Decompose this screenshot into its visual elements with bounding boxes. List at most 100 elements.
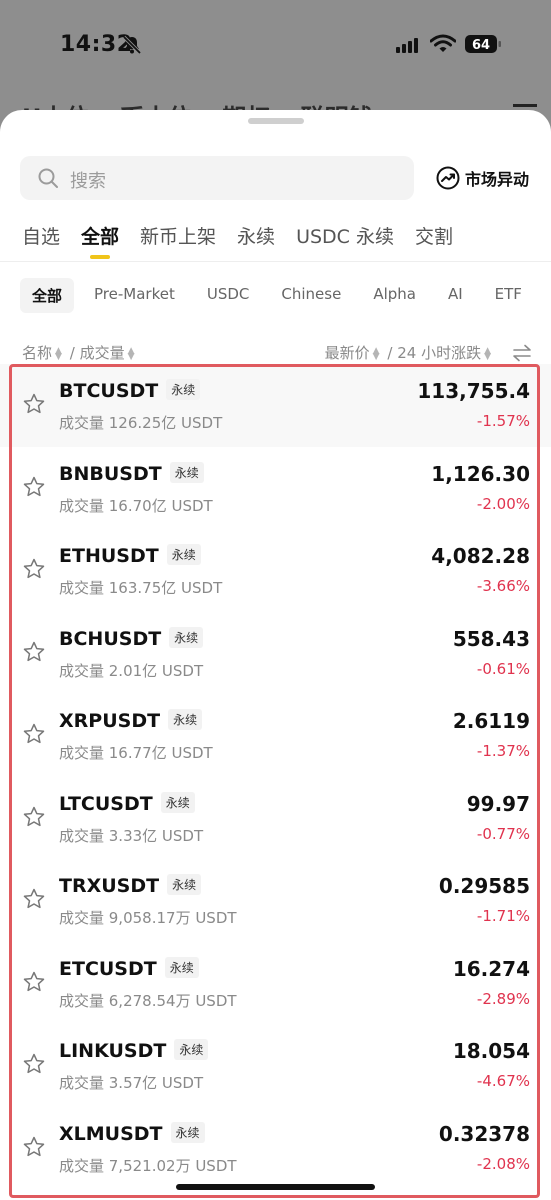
market-alert-button[interactable]: 市场异动	[436, 165, 529, 191]
star-icon[interactable]	[22, 805, 46, 829]
perpetual-badge: 永续	[169, 461, 204, 483]
ticker-symbol: BTCUSDT 永续	[59, 379, 201, 402]
tab-new-listings[interactable]: 新币上架	[140, 222, 216, 252]
ticker-symbol-text: BCHUSDT	[59, 627, 162, 650]
main-tabs: 自选 全部 新币上架 永续 USDC 永续 交割	[22, 222, 474, 259]
perpetual-badge: 永续	[164, 956, 199, 978]
ticker-symbol: BCHUSDT 永续	[59, 626, 204, 650]
ticker-price: 2.6119	[452, 709, 530, 733]
ticker-change: -0.77%	[476, 824, 530, 843]
ticker-volume: 成交量 3.33亿 USDT	[59, 826, 204, 845]
ticker-volume: 成交量 7,521.02万 USDT	[59, 1156, 237, 1175]
sub-tabs: 全部 Pre-Market USDC Chinese Alpha AI ETF	[20, 278, 542, 313]
status-bar: 14:32 64	[0, 0, 551, 90]
ticker-symbol-text: XRPUSDT	[59, 710, 161, 732]
ticker-symbol: XRPUSDT 永续	[59, 709, 203, 732]
column-header-right: 最新价 ▲ ▼ / 24 小时涨跌 ▲ ▼	[325, 342, 494, 363]
perpetual-badge: 永续	[167, 874, 202, 895]
ticker-volume: 成交量 163.75亿 USDT	[59, 579, 223, 597]
ticker-symbol-text: XLMUSDT	[59, 1122, 163, 1145]
subtab-pre-market[interactable]: Pre-Market	[82, 278, 187, 313]
ticker-volume: 成交量 16.70亿 USDT	[59, 496, 213, 515]
ticker-volume: 成交量 9,058.17万 USDT	[59, 909, 237, 927]
column-sep: /	[69, 344, 75, 362]
subtab-chinese[interactable]: Chinese	[269, 278, 353, 313]
sort-change[interactable]: 24 小时涨跌	[397, 344, 481, 362]
ticker-symbol: BNBUSDT 永续	[59, 461, 204, 485]
home-indicator	[176, 1184, 375, 1190]
ticker-change: -1.37%	[476, 742, 530, 760]
subtab-etf[interactable]: ETF	[483, 278, 534, 313]
ticker-symbol-text: TRXUSDT	[59, 875, 160, 897]
ticker-symbol: XLMUSDT 永续	[59, 1121, 205, 1145]
star-icon[interactable]	[22, 1052, 46, 1076]
tab-delivery[interactable]: 交割	[415, 222, 453, 252]
perpetual-badge: 永续	[168, 709, 203, 730]
sort-price[interactable]: 最新价	[325, 344, 370, 362]
ticker-symbol-text: ETCUSDT	[59, 957, 157, 980]
search-placeholder: 搜索	[70, 171, 106, 192]
star-icon[interactable]	[22, 392, 46, 416]
subtab-ai[interactable]: AI	[436, 278, 475, 313]
tab-favorites[interactable]: 自选	[22, 222, 60, 252]
ticker-volume: 成交量 3.57亿 USDT	[59, 1074, 204, 1092]
ticker-row[interactable]: XRPUSDT 永续 成交量 16.77亿 USDT 2.6119 -1.37%	[0, 694, 551, 777]
ticker-volume: 成交量 6,278.54万 USDT	[59, 991, 237, 1010]
search-icon	[38, 168, 58, 188]
ticker-change: -4.67%	[476, 1072, 530, 1090]
subtab-usdc[interactable]: USDC	[195, 278, 262, 313]
ticker-symbol-text: BNBUSDT	[59, 462, 162, 485]
subtab-all[interactable]: 全部	[20, 278, 75, 313]
ticker-price: 99.97	[466, 791, 530, 816]
ticker-row[interactable]: LTCUSDT 永续 成交量 3.33亿 USDT 99.97 -0.77%	[0, 777, 551, 860]
subtab-alpha[interactable]: Alpha	[361, 278, 428, 313]
star-icon[interactable]	[22, 887, 46, 911]
ticker-price: 113,755.4	[417, 379, 530, 403]
sort-arrows-icon: ▲ ▼	[484, 345, 491, 362]
star-icon[interactable]	[22, 970, 46, 994]
column-header-left: 名称 ▲ ▼ / 成交量 ▲ ▼	[22, 342, 138, 363]
ticker-row[interactable]: TRXUSDT 永续 成交量 9,058.17万 USDT 0.29585 -1.…	[0, 859, 551, 942]
tab-usdc-perpetual[interactable]: USDC 永续	[296, 222, 394, 252]
ticker-row[interactable]: LINKUSDT 永续 成交量 3.57亿 USDT 18.054 -4.67%	[0, 1024, 551, 1107]
sort-arrows-icon: ▲ ▼	[127, 345, 135, 362]
ticker-symbol-text: BTCUSDT	[59, 380, 159, 402]
star-icon[interactable]	[22, 640, 46, 664]
ticker-price: 0.29585	[438, 874, 530, 898]
ticker-price: 4,082.28	[431, 544, 530, 568]
star-icon[interactable]	[22, 722, 46, 746]
swap-icon[interactable]	[512, 344, 532, 362]
ticker-symbol: TRXUSDT 永续	[59, 874, 202, 897]
ticker-symbol: ETCUSDT 永续	[59, 956, 199, 980]
ticker-row[interactable]: ETHUSDT 永续 成交量 163.75亿 USDT 4,082.28 -3.6…	[0, 529, 551, 612]
cellular-signal-icon	[396, 38, 418, 53]
ticker-row[interactable]: ETCUSDT 永续 成交量 6,278.54万 USDT 16.274 -2.8…	[0, 942, 551, 1025]
battery-level: 64	[472, 38, 490, 53]
ticker-row[interactable]: BNBUSDT 永续 成交量 16.70亿 USDT 1,126.30 -2.00…	[0, 447, 551, 530]
perpetual-badge: 永续	[166, 379, 201, 400]
ticker-price: 18.054	[452, 1039, 530, 1063]
tab-all[interactable]: 全部	[81, 222, 119, 259]
trend-up-icon	[436, 166, 460, 190]
star-icon[interactable]	[22, 1135, 46, 1159]
ticker-price: 16.274	[452, 956, 530, 981]
perpetual-badge: 永续	[174, 1039, 209, 1060]
search-input[interactable]: 搜索	[20, 156, 414, 200]
column-header: 名称 ▲ ▼ / 成交量 ▲ ▼ 最新价 ▲ ▼ / 24 小时涨跌 ▲ ▼	[22, 342, 532, 364]
sheet-grabber[interactable]	[248, 118, 304, 124]
sort-name[interactable]: 名称	[22, 344, 52, 362]
ticker-change: -2.00%	[476, 494, 530, 513]
sort-volume[interactable]: 成交量	[80, 344, 125, 362]
ticker-change: -0.61%	[476, 659, 530, 678]
ticker-price: 558.43	[452, 626, 530, 651]
ticker-row[interactable]: BCHUSDT 永续 成交量 2.01亿 USDT 558.43 -0.61%	[0, 612, 551, 695]
ticker-change: -2.08%	[476, 1154, 530, 1173]
tab-perpetual[interactable]: 永续	[237, 222, 275, 252]
star-icon[interactable]	[22, 557, 46, 581]
perpetual-badge: 永续	[166, 544, 201, 565]
ticker-row[interactable]: XLMUSDT 永续 成交量 7,521.02万 USDT 0.32378 -2.…	[0, 1107, 551, 1190]
ticker-row[interactable]: BTCUSDT 永续 成交量 126.25亿 USDT 113,755.4 -1.…	[0, 364, 551, 447]
ticker-volume: 成交量 2.01亿 USDT	[59, 661, 204, 680]
star-icon[interactable]	[22, 475, 46, 499]
ticker-symbol-text: LTCUSDT	[59, 792, 153, 815]
